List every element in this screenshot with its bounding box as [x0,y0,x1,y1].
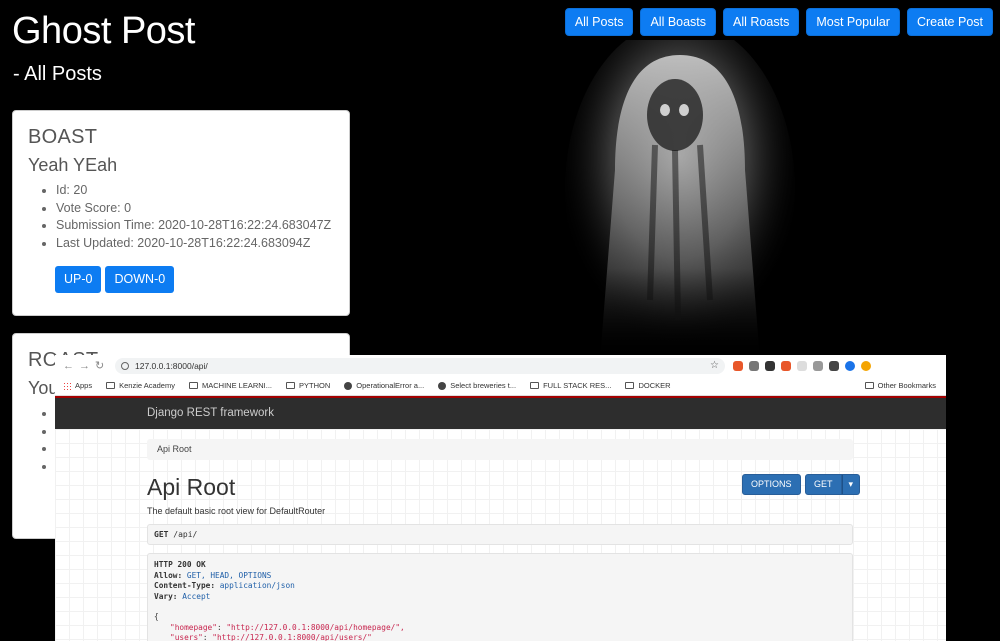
folder-icon [530,382,540,389]
response-panel: HTTP 200 OK Allow: GET, HEAD, OPTIONS Co… [147,553,853,641]
profile-avatar[interactable] [845,360,855,371]
folder-icon [106,382,116,389]
bookmark-folder[interactable]: Kenzie Academy [106,381,175,390]
breadcrumb-item[interactable]: Api Root [157,444,192,454]
browser-window: ← → ↻ 127.0.0.1:8000/api/ ☆ Apps Kenzie … [55,355,946,641]
request-method: GET [154,530,169,539]
extension-icon[interactable] [797,360,807,371]
ghost-image [565,40,795,360]
globe-icon [438,381,447,390]
header-value: Accept [182,591,211,601]
bookmark-label: FULL STACK RES... [543,381,612,390]
get-button-group: GET ▾ [805,474,861,495]
bookmark-folder[interactable]: MACHINE LEARNI... [188,381,272,390]
all-boasts-button[interactable]: All Boasts [640,8,717,36]
extensions [733,360,871,371]
post-details: Id: 20 Vote Score: 0 Submission Time: 20… [56,182,334,252]
post-last-updated: Last Updated: 2020-10-28T16:22:24.683094… [56,235,334,253]
post-vote-score: Vote Score: 0 [56,200,334,218]
response-status: HTTP 200 OK [154,560,206,569]
bookmark-label: DOCKER [638,381,671,390]
all-posts-button[interactable]: All Posts [564,8,634,36]
request-line: GET /api/ [147,524,853,545]
drf-page-title: Api Root [147,474,236,500]
other-bookmarks[interactable]: Other Bookmarks [864,381,936,390]
drf-content: Api Root Api Root The default basic root… [55,429,946,641]
json-link[interactable]: "http://127.0.0.1:8000/api/users/" [212,633,372,641]
json-key: "homepage" [170,622,217,632]
header-key: Content-Type: [154,581,216,590]
bookmark-folder[interactable]: FULL STACK RES... [530,381,611,390]
options-button[interactable]: OPTIONS [742,474,801,495]
bookmark-folder[interactable]: PYTHON [286,381,330,390]
folder-icon [286,382,295,389]
post-submission-time: Submission Time: 2020-10-28T16:22:24.683… [56,217,334,235]
camera-icon[interactable] [749,360,759,371]
bookmark-label: Select breweries t... [450,381,517,390]
get-button[interactable]: GET [805,474,842,495]
bookmark-link[interactable]: Select breweries t... [438,381,516,390]
back-arrow-icon[interactable]: ← [63,360,79,372]
extension-icon[interactable] [733,360,743,371]
bookmark-label: OperationalError a... [356,381,425,390]
url-bar[interactable]: 127.0.0.1:8000/api/ ☆ [115,357,725,374]
json-entry: "users": "http://127.0.0.1:8000/api/user… [170,633,372,641]
bookmark-label: PYTHON [299,381,331,390]
address-toolbar: ← → ↻ 127.0.0.1:8000/api/ ☆ [55,355,946,376]
all-roasts-button[interactable]: All Roasts [723,8,800,36]
folder-icon [625,382,635,389]
folder-icon [188,382,198,389]
bookmark-apps[interactable]: Apps [63,381,92,390]
forward-arrow-icon[interactable]: → [79,360,95,372]
update-icon[interactable] [861,360,871,371]
json-open-brace: { [154,612,159,621]
extension-icon[interactable] [813,360,823,371]
drf-navbar: Django REST framework [55,396,946,429]
create-post-button[interactable]: Create Post [906,8,993,36]
apps-icon [63,381,71,390]
downvote-button[interactable]: DOWN-0 [105,266,175,293]
bookmark-label: MACHINE LEARNI... [201,381,272,390]
header-key: Allow: [154,570,183,580]
drf-description: The default basic root view for DefaultR… [147,506,326,516]
bookmark-star-icon[interactable]: ☆ [710,360,719,371]
drf-brand[interactable]: Django REST framework [147,407,274,419]
breadcrumb: Api Root [147,439,853,460]
bookmark-label: Other Bookmarks [877,381,936,390]
post-card: BOAST Yeah YEah Id: 20 Vote Score: 0 Sub… [12,110,350,316]
bookmark-label: Kenzie Academy [119,381,175,390]
upvote-button[interactable]: UP-0 [55,266,102,293]
header-value: application/json [219,581,295,590]
header-value: GET, HEAD, OPTIONS [186,570,272,580]
vote-buttons: UP-0 DOWN-0 [55,266,334,293]
bookmark-label: Apps [75,381,93,390]
bookmarks-bar: Apps Kenzie Academy MACHINE LEARNI... PY… [55,376,946,396]
request-path: /api/ [173,530,198,539]
folder-icon [864,382,874,389]
main-nav: All Posts All Boasts All Roasts Most Pop… [564,8,993,36]
bookmark-link[interactable]: OperationalError a... [344,381,424,390]
json-key: "users" [170,633,203,641]
extension-icon[interactable] [765,360,775,371]
puzzle-icon[interactable] [829,360,839,371]
json-entry: "homepage": "http://127.0.0.1:8000/api/h… [170,622,405,632]
reload-icon[interactable]: ↻ [95,359,111,372]
page-subtitle: - All Posts [13,63,102,85]
chevron-down-icon[interactable]: ▾ [841,474,861,495]
page-title: Ghost Post [12,10,195,52]
url-text: 127.0.0.1:8000/api/ [135,360,208,371]
bookmark-folder[interactable]: DOCKER [625,381,671,390]
globe-icon [344,381,353,390]
most-popular-button[interactable]: Most Popular [806,8,900,36]
post-text: Yeah YEah [28,155,118,175]
post-type: BOAST [28,126,98,148]
options-wrap: OPTIONS [742,474,801,495]
header-key: Vary: [154,591,178,601]
info-icon[interactable] [121,361,129,370]
post-id: Id: 20 [56,182,334,200]
extension-icon[interactable] [781,360,791,371]
json-link[interactable]: "http://127.0.0.1:8000/api/homepage/", [226,623,404,632]
